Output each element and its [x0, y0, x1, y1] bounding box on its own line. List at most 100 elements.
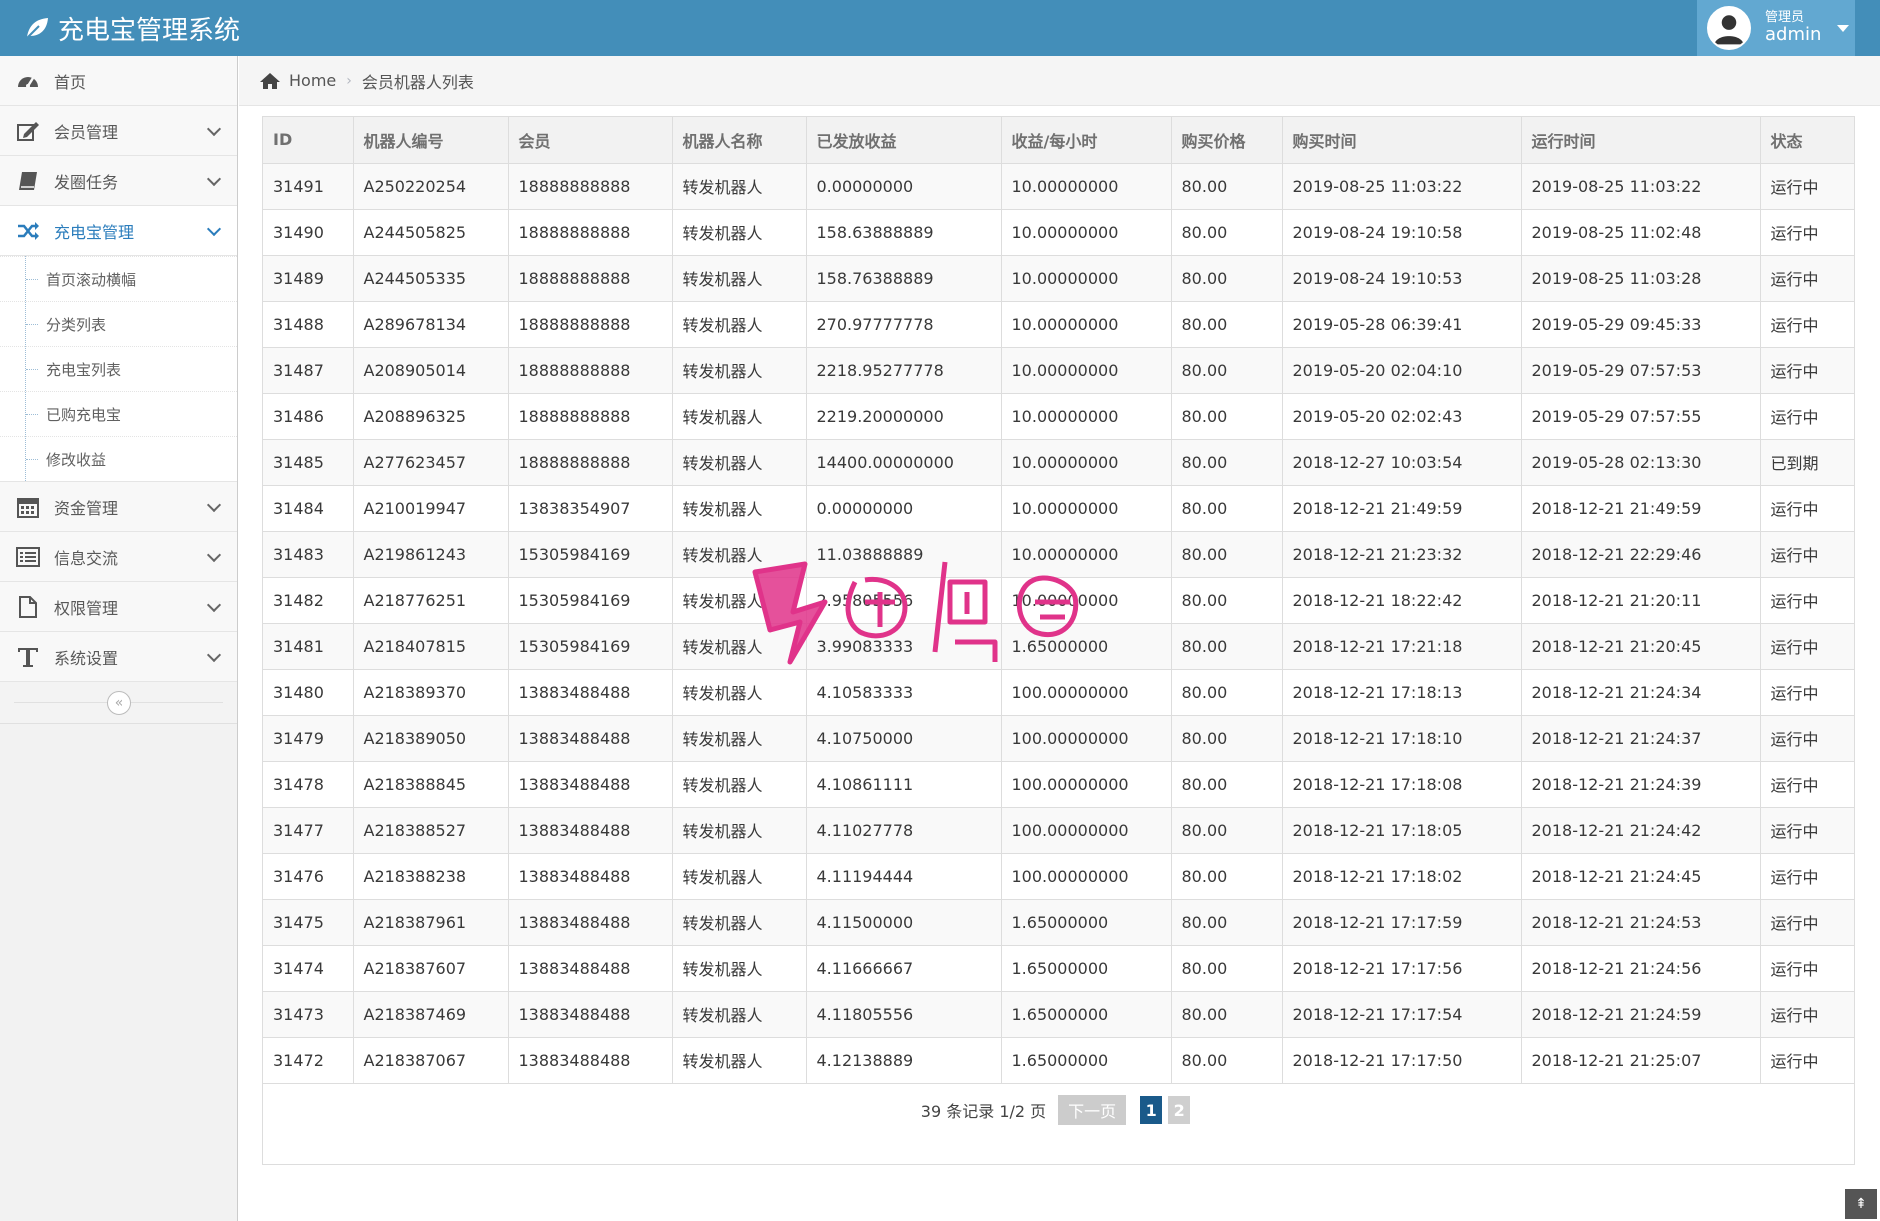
cell-id: 31488 [263, 301, 354, 348]
app-title: 充电宝管理系统 [58, 15, 241, 46]
cell-earnings-per-hour: 10.00000000 [1001, 577, 1172, 624]
file-icon [14, 595, 42, 619]
table-row: 31478 A218388845 13883488488 转发机器人 4.1086111… [263, 761, 1854, 808]
sidebar-item-permissions[interactable]: 权限管理 [0, 582, 237, 632]
cell-status: 运行中 [1760, 899, 1854, 946]
sidebar-item-home[interactable]: 首页 [0, 56, 237, 106]
sidebar-item-members[interactable]: 会员管理 [0, 106, 237, 156]
cell-id: 31486 [263, 393, 354, 440]
cell-member: 18888888888 [508, 347, 673, 394]
cell-purchase-time: 2019-05-20 02:04:10 [1282, 347, 1522, 394]
cell-purchase-time: 2018-12-21 17:17:59 [1282, 899, 1522, 946]
cell-robot-no: A208896325 [353, 393, 509, 440]
table-row: 31477 A218388527 13883488488 转发机器人 4.1102777… [263, 807, 1854, 854]
cell-paid-earnings: 2.95805556 [806, 577, 1002, 624]
user-menu[interactable]: 管理员 admin [1697, 0, 1855, 56]
cell-status: 运行中 [1760, 393, 1854, 440]
cell-paid-earnings: 2219.20000000 [806, 393, 1002, 440]
cell-member: 13883488488 [508, 669, 673, 716]
cell-run-time: 2018-12-21 21:24:34 [1521, 669, 1761, 716]
page-button-1[interactable]: 1 [1140, 1096, 1163, 1124]
cell-purchase-time: 2018-12-21 17:17:54 [1282, 991, 1522, 1038]
column-header: 机器人名称 [672, 117, 807, 164]
cell-paid-earnings: 4.11027778 [806, 807, 1002, 854]
table-row: 31489 A244505335 18888888888 转发机器人 158.76388… [263, 255, 1854, 302]
text-icon [14, 645, 42, 669]
caret-down-icon [1837, 24, 1850, 32]
submenu-item-categories[interactable]: 分类列表 [0, 301, 237, 346]
cell-paid-earnings: 158.63888889 [806, 209, 1002, 256]
column-header: 会员 [508, 117, 673, 164]
cell-id: 31475 [263, 899, 354, 946]
chevron-down-icon [206, 171, 222, 187]
cell-earnings-per-hour: 10.00000000 [1001, 531, 1172, 578]
sidebar-collapse-bar: « [0, 682, 237, 724]
sidebar-item-circle-tasks[interactable]: 发圈任务 [0, 156, 237, 206]
sidebar-item-messages[interactable]: 信息交流 [0, 532, 237, 582]
cell-purchase-time: 2018-12-21 17:18:02 [1282, 853, 1522, 900]
brand[interactable]: 充电宝管理系统 [24, 10, 240, 46]
column-header: 购买价格 [1171, 117, 1283, 164]
submenu-item-powerbank-list[interactable]: 充电宝列表 [0, 346, 237, 391]
collapse-sidebar-button[interactable]: « [107, 691, 131, 715]
column-header: 收益/每小时 [1001, 117, 1172, 164]
cell-purchase-time: 2018-12-21 21:49:59 [1282, 485, 1522, 532]
cell-status: 运行中 [1760, 577, 1854, 624]
cell-robot-no: A208905014 [353, 347, 509, 394]
table-row: 31473 A218387469 13883488488 转发机器人 4.1180555… [263, 991, 1854, 1038]
column-header: 状态 [1760, 117, 1854, 164]
next-page-button[interactable]: 下一页 [1058, 1095, 1127, 1125]
submenu-item-purchased[interactable]: 已购充电宝 [0, 391, 237, 436]
cell-member: 13883488488 [508, 761, 673, 808]
cell-earnings-per-hour: 1.65000000 [1001, 1037, 1172, 1084]
cell-price: 80.00 [1171, 531, 1283, 578]
cell-run-time: 2019-08-25 11:03:22 [1521, 163, 1761, 210]
chevron-down-icon [206, 647, 222, 663]
cell-member: 18888888888 [508, 439, 673, 486]
cell-member: 18888888888 [508, 163, 673, 210]
pagination: 39 条记录 1/2 页 下一页 1 2 [263, 1095, 1854, 1125]
cell-purchase-time: 2018-12-21 21:23:32 [1282, 531, 1522, 578]
cell-earnings-per-hour: 100.00000000 [1001, 669, 1172, 716]
cell-paid-earnings: 4.10861111 [806, 761, 1002, 808]
cell-earnings-per-hour: 1.65000000 [1001, 945, 1172, 992]
cell-robot-name: 转发机器人 [672, 255, 807, 302]
calendar-icon [14, 495, 42, 519]
sidebar-item-settings[interactable]: 系统设置 [0, 632, 237, 682]
cell-purchase-time: 2018-12-21 17:18:13 [1282, 669, 1522, 716]
cell-earnings-per-hour: 10.00000000 [1001, 439, 1172, 486]
page-button-2[interactable]: 2 [1168, 1096, 1191, 1124]
cell-robot-name: 转发机器人 [672, 1037, 807, 1084]
cell-price: 80.00 [1171, 209, 1283, 256]
column-header: 机器人编号 [353, 117, 509, 164]
cell-run-time: 2018-12-21 21:24:56 [1521, 945, 1761, 992]
cell-earnings-per-hour: 100.00000000 [1001, 761, 1172, 808]
avatar [1707, 6, 1751, 50]
cell-member: 18888888888 [508, 255, 673, 302]
cell-robot-no: A218387961 [353, 899, 509, 946]
cell-robot-name: 转发机器人 [672, 715, 807, 762]
cell-price: 80.00 [1171, 577, 1283, 624]
cell-run-time: 2018-12-21 21:24:37 [1521, 715, 1761, 762]
cell-run-time: 2018-12-21 21:24:45 [1521, 853, 1761, 900]
scroll-to-top-button[interactable]: ⇞ [1845, 1189, 1877, 1219]
cell-member: 18888888888 [508, 301, 673, 348]
cell-member: 13883488488 [508, 853, 673, 900]
cell-run-time: 2018-12-21 21:24:59 [1521, 991, 1761, 1038]
cell-robot-no: A218776251 [353, 577, 509, 624]
column-header: 购买时间 [1282, 117, 1522, 164]
cell-robot-no: A218388845 [353, 761, 509, 808]
leaf-icon [26, 18, 48, 39]
cell-robot-name: 转发机器人 [672, 945, 807, 992]
sidebar-item-funds[interactable]: 资金管理 [0, 482, 237, 532]
table-row: 31484 A210019947 13838354907 转发机器人 0.0000000… [263, 485, 1854, 532]
cell-robot-name: 转发机器人 [672, 623, 807, 670]
submenu-item-banner[interactable]: 首页滚动横幅 [0, 256, 237, 301]
cell-paid-earnings: 2218.95277778 [806, 347, 1002, 394]
table-panel: ID 机器人编号 会员 机器人名称 已发放收益 收益/每小时 购买价格 购买时间 运行时间 状态 … [262, 116, 1855, 1165]
cell-member: 15305984169 [508, 531, 673, 578]
submenu-item-edit-earnings[interactable]: 修改收益 [0, 436, 237, 481]
breadcrumb-home-link[interactable]: Home [289, 71, 336, 90]
table-row: 31475 A218387961 13883488488 转发机器人 4.1150000… [263, 899, 1854, 946]
sidebar-item-powerbank[interactable]: 充电宝管理 [0, 206, 237, 256]
